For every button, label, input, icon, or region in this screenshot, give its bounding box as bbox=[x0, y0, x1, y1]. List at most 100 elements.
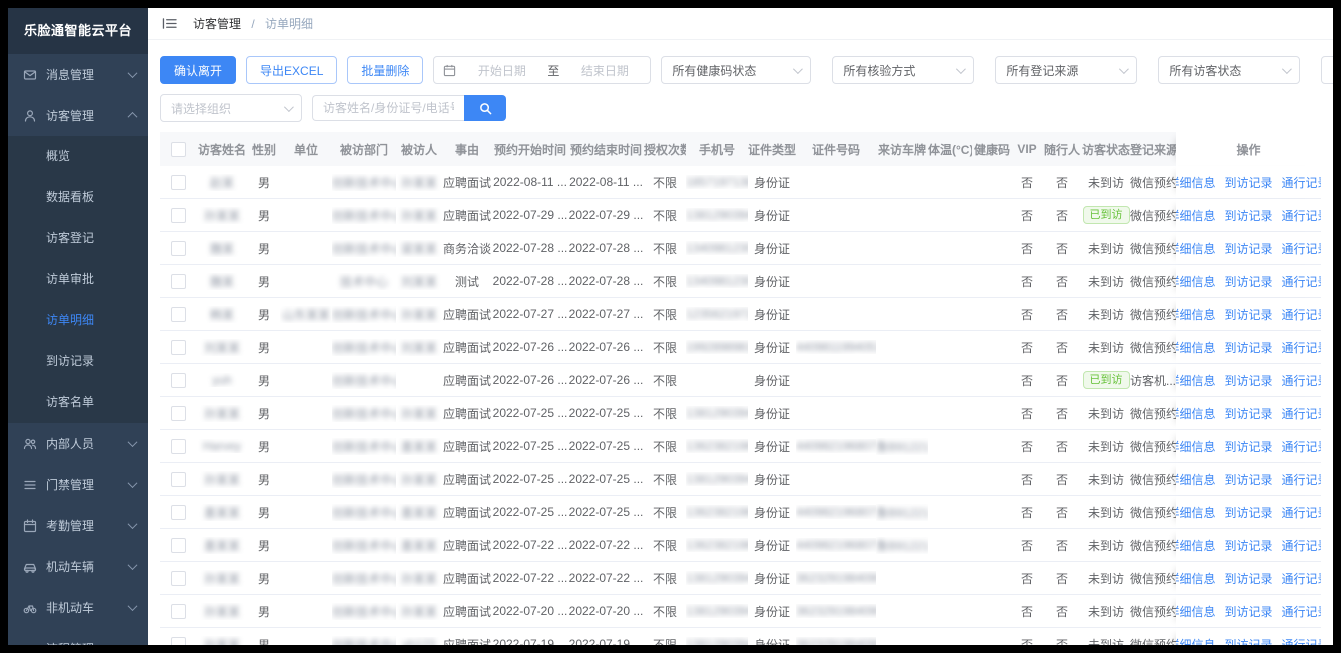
detail-info-link[interactable]: 详细信息 bbox=[1176, 603, 1216, 620]
row-checkbox[interactable] bbox=[170, 537, 186, 553]
detail-info-link[interactable]: 详细信息 bbox=[1176, 636, 1216, 646]
cell-value: 13409812307 bbox=[686, 274, 748, 288]
pass-record-link[interactable]: 通行记录 bbox=[1282, 306, 1321, 323]
pass-record-link[interactable]: 通行记录 bbox=[1282, 471, 1321, 488]
menu-fold-icon[interactable] bbox=[162, 17, 177, 30]
row-checkbox[interactable] bbox=[170, 174, 186, 190]
row-checkbox[interactable] bbox=[170, 372, 186, 388]
pass-record-link[interactable]: 通行记录 bbox=[1282, 504, 1321, 521]
visit-record-link[interactable]: 到访记录 bbox=[1225, 471, 1273, 488]
visit-record-link[interactable]: 到访记录 bbox=[1225, 339, 1273, 356]
row-checkbox[interactable] bbox=[170, 273, 186, 289]
cell-value: 不限 bbox=[652, 208, 677, 223]
sidebar-item-overview[interactable]: 概览 bbox=[8, 136, 148, 177]
row-checkbox[interactable] bbox=[170, 306, 186, 322]
detail-info-link[interactable]: 详细信息 bbox=[1176, 306, 1216, 323]
pass-record-link[interactable]: 通行记录 bbox=[1282, 174, 1321, 191]
detail-info-link[interactable]: 详细信息 bbox=[1176, 207, 1216, 224]
sidebar-item-detail[interactable]: 访单明细 bbox=[8, 300, 148, 341]
row-checkbox[interactable] bbox=[170, 471, 186, 487]
visit-record-link[interactable]: 到访记录 bbox=[1225, 537, 1273, 554]
sidebar-item-internal[interactable]: 内部人员 bbox=[8, 423, 148, 464]
sidebar-item-list[interactable]: 访客名单 bbox=[8, 382, 148, 423]
cell-value: 否 bbox=[1020, 175, 1033, 190]
sidebar-item-vehicle[interactable]: 机动车辆 bbox=[8, 546, 148, 587]
detail-info-link[interactable]: 详细信息 bbox=[1176, 405, 1216, 422]
row-checkbox[interactable] bbox=[170, 438, 186, 454]
export-excel-button[interactable]: 导出EXCEL bbox=[246, 56, 338, 84]
detail-info-link[interactable]: 详细信息 bbox=[1176, 438, 1216, 455]
confirm-leave-button[interactable]: 确认离开 bbox=[160, 56, 237, 84]
cell-appoint-start-time: 2022-07-25 ... bbox=[492, 472, 568, 486]
sidebar-item-visitor[interactable]: 访客管理 bbox=[8, 95, 148, 136]
detail-info-link[interactable]: 详细信息 bbox=[1176, 471, 1216, 488]
search-input[interactable] bbox=[312, 95, 464, 121]
visit-record-link[interactable]: 到访记录 bbox=[1225, 438, 1273, 455]
pass-record-link[interactable]: 通行记录 bbox=[1282, 339, 1321, 356]
health-code-status-select[interactable]: 所有健康码状态 bbox=[661, 56, 812, 84]
cell-value: 2022-07-26 ... bbox=[568, 373, 644, 387]
register-source-select[interactable]: 所有登记来源 bbox=[995, 56, 1138, 84]
sidebar-item-access[interactable]: 门禁管理 bbox=[8, 464, 148, 505]
visit-record-link[interactable]: 到访记录 bbox=[1225, 636, 1273, 646]
row-checkbox[interactable] bbox=[170, 405, 186, 421]
sidebar-item-nonmotor[interactable]: 非机动车 bbox=[8, 587, 148, 628]
detail-info-link[interactable]: 详细信息 bbox=[1176, 504, 1216, 521]
sidebar-item-approval[interactable]: 访单审批 bbox=[8, 259, 148, 300]
row-checkbox[interactable] bbox=[170, 603, 186, 619]
batch-delete-button[interactable]: 批量删除 bbox=[347, 56, 424, 84]
is-vip-select[interactable]: 是否VIP bbox=[1321, 56, 1333, 84]
pass-record-link[interactable]: 通行记录 bbox=[1282, 537, 1321, 554]
sidebar-item-attendance[interactable]: 考勤管理 bbox=[8, 505, 148, 546]
visit-record-link[interactable]: 到访记录 bbox=[1225, 240, 1273, 257]
cell-visited-department: 创新技术中心 bbox=[332, 405, 396, 422]
pass-record-link[interactable]: 通行记录 bbox=[1282, 570, 1321, 587]
column-header-companion: 随行人 bbox=[1043, 142, 1080, 157]
sidebar-item-message[interactable]: 消息管理 bbox=[8, 54, 148, 95]
start-date-placeholder[interactable]: 开始日期 bbox=[465, 62, 538, 79]
visit-record-link[interactable]: 到访记录 bbox=[1225, 504, 1273, 521]
row-checkbox[interactable] bbox=[170, 570, 186, 586]
visit-record-link[interactable]: 到访记录 bbox=[1225, 174, 1273, 191]
detail-info-link[interactable]: 详细信息 bbox=[1176, 174, 1216, 191]
detail-info-link[interactable]: 详细信息 bbox=[1176, 273, 1216, 290]
row-checkbox[interactable] bbox=[170, 504, 186, 520]
detail-info-link[interactable]: 详细信息 bbox=[1176, 339, 1216, 356]
visit-record-link[interactable]: 到访记录 bbox=[1225, 603, 1273, 620]
pass-record-link[interactable]: 通行记录 bbox=[1282, 438, 1321, 455]
row-checkbox[interactable] bbox=[170, 207, 186, 223]
end-date-placeholder[interactable]: 结束日期 bbox=[568, 62, 641, 79]
pass-record-link[interactable]: 通行记录 bbox=[1282, 636, 1321, 646]
cell-visited-person: yh123 bbox=[396, 637, 442, 645]
sidebar-item-register[interactable]: 访客登记 bbox=[8, 218, 148, 259]
sidebar-item-records[interactable]: 到访记录 bbox=[8, 341, 148, 382]
visit-record-link[interactable]: 到访记录 bbox=[1225, 570, 1273, 587]
visit-record-link[interactable]: 到访记录 bbox=[1225, 405, 1273, 422]
organization-select[interactable]: 请选择组织 bbox=[160, 94, 302, 122]
row-checkbox[interactable] bbox=[170, 636, 186, 645]
sidebar-item-dashboard[interactable]: 数据看板 bbox=[8, 177, 148, 218]
search-button[interactable] bbox=[464, 95, 506, 121]
detail-info-link[interactable]: 详细信息 bbox=[1176, 240, 1216, 257]
pass-record-link[interactable]: 通行记录 bbox=[1282, 207, 1321, 224]
row-checkbox[interactable] bbox=[170, 339, 186, 355]
date-range-picker[interactable]: 开始日期 至 结束日期 bbox=[433, 56, 652, 84]
visitor-status-select[interactable]: 所有访客状态 bbox=[1158, 56, 1301, 84]
breadcrumb-root[interactable]: 访客管理 bbox=[193, 17, 241, 31]
visit-record-link[interactable]: 到访记录 bbox=[1225, 372, 1273, 389]
row-checkbox[interactable] bbox=[170, 240, 186, 256]
sidebar-item-process[interactable]: 流程管理 bbox=[8, 628, 148, 645]
visit-record-link[interactable]: 到访记录 bbox=[1225, 306, 1273, 323]
pass-record-link[interactable]: 通行记录 bbox=[1282, 240, 1321, 257]
detail-info-link[interactable]: 详细信息 bbox=[1176, 372, 1216, 389]
detail-info-link[interactable]: 详细信息 bbox=[1176, 570, 1216, 587]
visit-record-link[interactable]: 到访记录 bbox=[1225, 207, 1273, 224]
verify-method-select[interactable]: 所有核验方式 bbox=[832, 56, 975, 84]
pass-record-link[interactable]: 通行记录 bbox=[1282, 405, 1321, 422]
visit-record-link[interactable]: 到访记录 bbox=[1225, 273, 1273, 290]
detail-info-link[interactable]: 详细信息 bbox=[1176, 537, 1216, 554]
pass-record-link[interactable]: 通行记录 bbox=[1282, 273, 1321, 290]
pass-record-link[interactable]: 通行记录 bbox=[1282, 372, 1321, 389]
select-all-checkbox[interactable] bbox=[170, 141, 186, 157]
pass-record-link[interactable]: 通行记录 bbox=[1282, 603, 1321, 620]
